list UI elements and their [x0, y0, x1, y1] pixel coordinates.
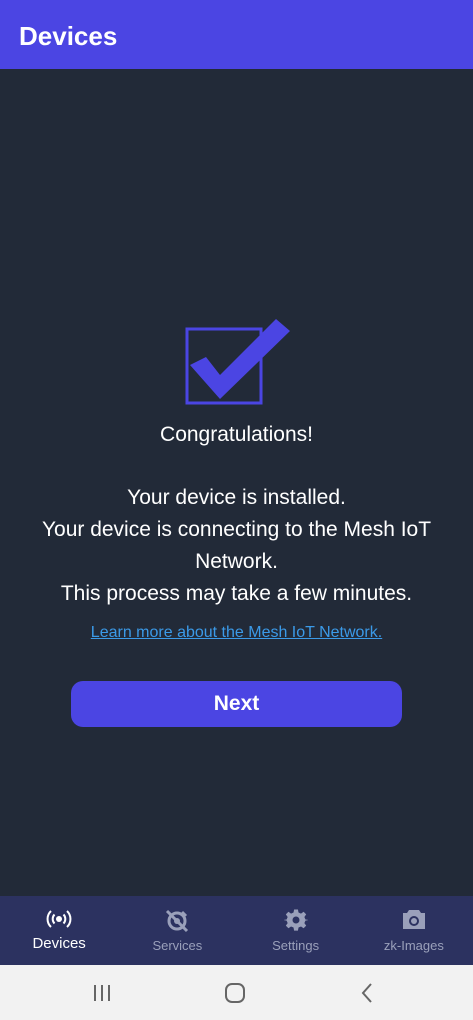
- nav-label: Settings: [272, 938, 320, 953]
- app-bar: Devices: [0, 0, 473, 69]
- page-title: Devices: [19, 21, 118, 51]
- home-icon[interactable]: [221, 979, 249, 1007]
- main-content: Congratulations! Your device is installe…: [0, 69, 473, 896]
- nav-item-zk-images[interactable]: zk-Images: [355, 896, 473, 965]
- nav-label: Services: [152, 938, 203, 953]
- install-message: Your device is installed. Your device is…: [30, 482, 443, 610]
- nav-item-services[interactable]: Services: [118, 896, 236, 965]
- nav-label: Devices: [32, 935, 86, 952]
- back-icon[interactable]: [353, 979, 381, 1007]
- camera-icon: [402, 910, 425, 929]
- message-line: This process may take a few minutes.: [60, 582, 413, 605]
- next-button[interactable]: Next: [71, 681, 402, 727]
- screen: Devices Congratulations! Your device is …: [0, 0, 473, 1020]
- bottom-navigation: Devices Services Settings zk-Images: [0, 896, 473, 965]
- nav-label: zk-Images: [383, 938, 444, 953]
- recent-apps-icon[interactable]: [88, 979, 116, 1007]
- nav-item-settings[interactable]: Settings: [237, 896, 355, 965]
- system-navigation-bar: [0, 965, 473, 1020]
- broadcast-icon: [46, 910, 72, 928]
- nav-item-devices[interactable]: Devices: [0, 896, 118, 965]
- learn-more-link[interactable]: Learn more about the Mesh IoT Network.: [0, 622, 473, 644]
- message-line: Your device is connecting to the Mesh Io…: [41, 518, 432, 573]
- congratulations-heading: Congratulations!: [160, 423, 313, 446]
- message-line: Your device is installed.: [127, 486, 346, 509]
- gear-icon: [283, 909, 308, 931]
- checkbox-checked-icon: [185, 319, 290, 405]
- services-icon: [166, 909, 189, 933]
